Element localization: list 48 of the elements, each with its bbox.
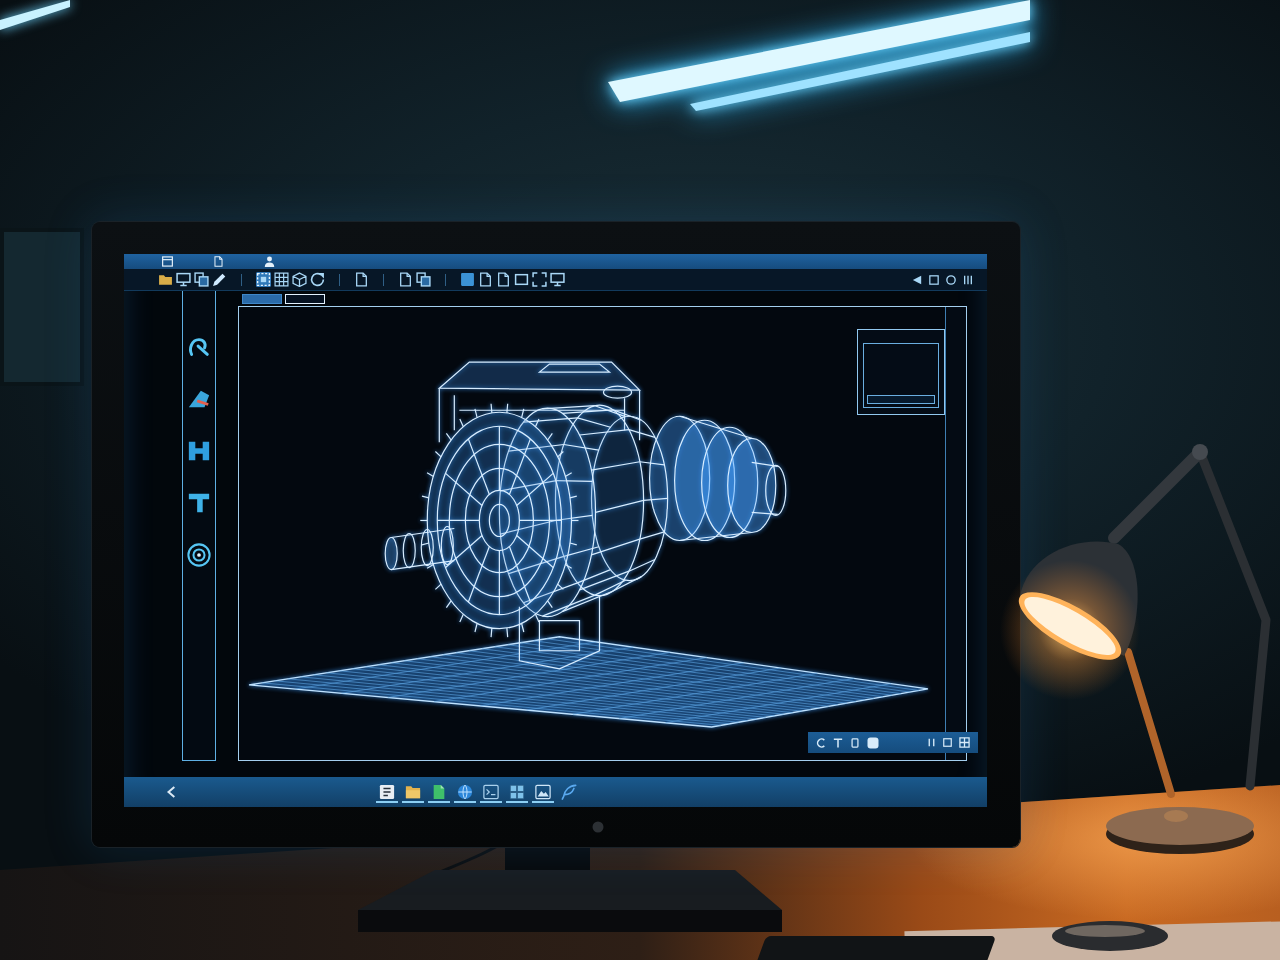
rotate-icon[interactable] (310, 272, 325, 287)
square-outline-icon[interactable] (943, 738, 952, 747)
grid-icon[interactable] (274, 272, 289, 287)
cube-icon[interactable] (292, 272, 307, 287)
person-icon[interactable] (264, 256, 275, 267)
feather-icon (561, 783, 577, 800)
monitor-icon[interactable] (550, 272, 565, 287)
h-beam-icon[interactable] (187, 439, 211, 463)
window-icon[interactable] (162, 256, 173, 267)
image-icon (535, 783, 551, 800)
copy-icon[interactable] (416, 272, 431, 287)
circle-icon[interactable] (946, 274, 956, 285)
emblem-icon (592, 821, 604, 833)
pencil-icon[interactable] (212, 272, 227, 287)
chevron-left-icon[interactable] (166, 786, 176, 798)
globe-icon (457, 783, 473, 800)
terminal-icon (483, 783, 499, 800)
selection-box-icon[interactable] (256, 272, 271, 287)
page-icon[interactable] (213, 256, 224, 267)
document-icon (431, 783, 447, 800)
page-icon[interactable] (398, 272, 413, 287)
hook-icon[interactable] (187, 335, 211, 359)
square-outline-icon[interactable] (929, 274, 939, 285)
ceiling-light (0, 0, 70, 32)
bracket-icon[interactable] (187, 491, 211, 515)
slot-icon[interactable] (850, 737, 860, 748)
folder-icon[interactable] (158, 272, 173, 287)
notepad-icon (379, 783, 395, 800)
grid-icon[interactable] (959, 737, 970, 748)
page-icon[interactable] (354, 272, 369, 287)
t-shape-icon[interactable] (833, 737, 843, 748)
triangle-icon[interactable] (912, 274, 922, 285)
rectangle-icon[interactable] (514, 272, 529, 287)
arc-icon[interactable] (816, 737, 826, 748)
filled-square-icon[interactable] (460, 272, 475, 287)
lamp-joint (1192, 444, 1208, 460)
bars-icon[interactable] (927, 738, 936, 747)
concentric-rings-icon[interactable] (187, 543, 211, 567)
tiles-icon (509, 783, 525, 800)
copy-icon[interactable] (194, 272, 209, 287)
bars-icon[interactable] (963, 274, 973, 285)
folder-icon (405, 783, 421, 800)
corner-brackets-icon[interactable] (532, 272, 547, 287)
page-icon[interactable] (478, 272, 493, 287)
monitor-icon[interactable] (176, 272, 191, 287)
rounded-square-icon[interactable] (867, 736, 879, 749)
panel-input-field[interactable] (867, 395, 935, 404)
page-icon[interactable] (496, 272, 511, 287)
